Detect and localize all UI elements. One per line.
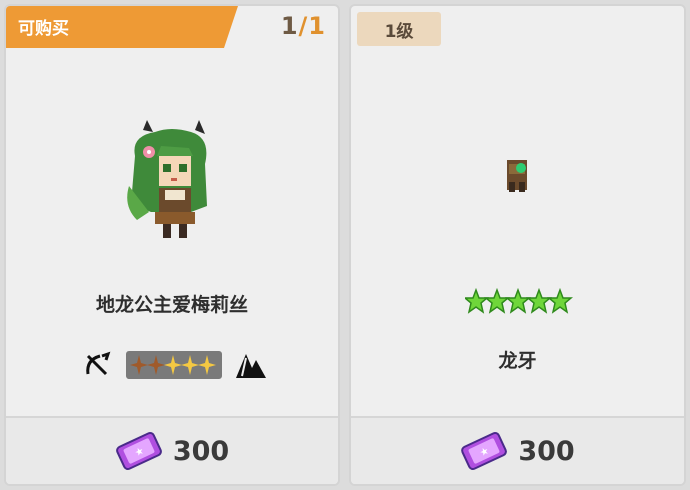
ticket-icon: ★ — [461, 431, 508, 471]
star-icon — [198, 355, 216, 375]
price-value: 300 — [172, 435, 230, 467]
level-badge: 1级 — [357, 12, 441, 46]
purchasable-badge: 可购买 — [6, 6, 238, 48]
item-shop-card[interactable]: 1级 龙牙 ★ 300 — [349, 4, 686, 486]
rarity-stars — [126, 351, 222, 379]
star-icon — [164, 355, 182, 375]
star-icon — [130, 355, 148, 375]
star-icon — [525, 288, 553, 314]
stock-count: 1/1 — [281, 12, 326, 40]
bow-crossed-icon — [86, 351, 111, 376]
star-icon — [181, 355, 199, 375]
hero-sprite — [127, 120, 207, 238]
price-footer[interactable]: ★ 300 — [6, 416, 338, 484]
mountain-icon — [236, 354, 266, 378]
item-name: 龙牙 — [498, 350, 537, 372]
stock-current: 1 — [280, 12, 299, 40]
stock-max: 1 — [308, 12, 326, 40]
hero-attributes — [82, 348, 272, 382]
price-footer[interactable]: ★ 300 — [351, 416, 684, 484]
star-icon — [147, 355, 165, 375]
hero-shop-card[interactable]: 可购买 1/1 地龙公主爱梅莉丝 ★ 300 — [4, 4, 340, 486]
purchasable-label: 可购买 — [18, 19, 69, 39]
star-icon — [465, 288, 490, 314]
star-icon — [546, 288, 573, 314]
star-icon — [483, 288, 511, 314]
hero-name: 地龙公主爱梅莉丝 — [95, 294, 248, 316]
item-star-rating — [465, 288, 573, 314]
star-icon — [504, 288, 532, 314]
price-value: 300 — [518, 435, 575, 467]
stock-separator: / — [298, 12, 309, 40]
dragon-fang-icon — [507, 160, 527, 192]
ticket-icon: ★ — [115, 431, 162, 471]
